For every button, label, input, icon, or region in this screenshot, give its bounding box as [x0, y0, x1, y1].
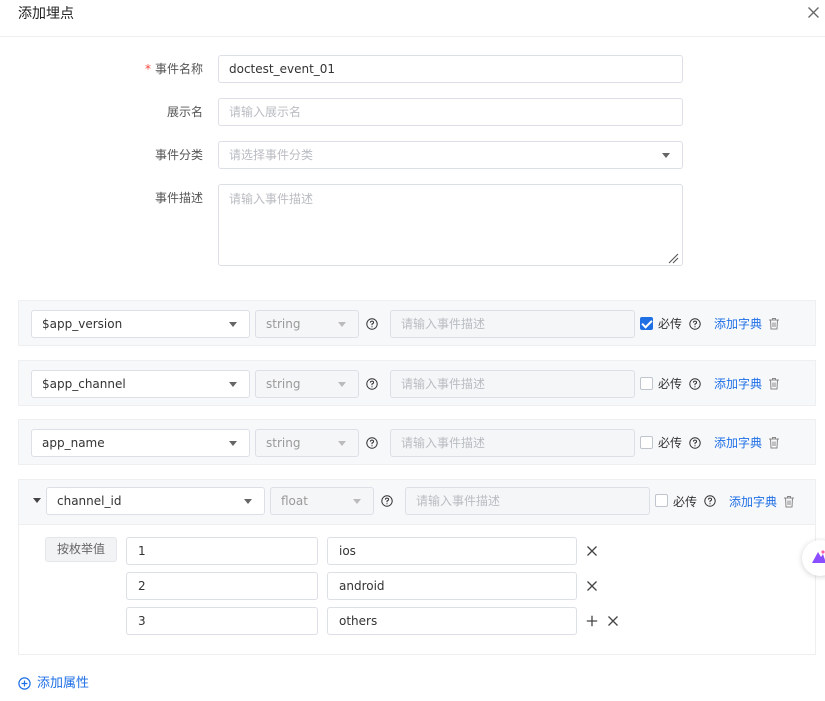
enum-value-input[interactable]: ios [327, 537, 577, 565]
help-icon[interactable] [366, 437, 378, 449]
trash-icon[interactable] [768, 317, 780, 330]
property-row-expanded: channel_id float 请输入事件描述 必传 添加字典 按枚举值 1 … [18, 479, 816, 655]
property-type-value: string [266, 377, 301, 391]
property-description-input[interactable]: 请输入事件描述 [390, 370, 635, 398]
trash-icon[interactable] [783, 495, 795, 508]
add-enum-plus-icon[interactable] [586, 615, 598, 627]
required-label: 必传 [658, 436, 683, 450]
description-label: 事件描述 [154, 191, 203, 205]
property-type-value: float [281, 494, 308, 508]
property-description-placeholder: 请输入事件描述 [416, 494, 501, 508]
trash-icon[interactable] [768, 377, 780, 390]
remove-enum-x-icon[interactable] [607, 615, 619, 627]
property-description-input[interactable]: 请输入事件描述 [390, 310, 635, 338]
add-dictionary-link[interactable]: 添加字典 [714, 317, 762, 331]
remove-enum-x-icon[interactable] [586, 545, 598, 557]
resize-handle-icon[interactable] [667, 252, 679, 264]
property-name-value: $app_channel [42, 377, 126, 391]
dialog-header: 添加埋点 [0, 0, 825, 37]
chevron-down-icon[interactable] [33, 498, 41, 503]
property-name-select[interactable]: app_name [31, 429, 250, 457]
property-row: app_name string 请输入事件描述 必传 添加字典 [18, 419, 816, 465]
property-type-select[interactable]: string [255, 429, 359, 457]
property-row: $app_channel string 请输入事件描述 必传 添加字典 [18, 360, 816, 406]
enum-key-input[interactable]: 3 [126, 607, 318, 635]
enum-value-input[interactable]: android [327, 572, 577, 600]
help-icon[interactable] [366, 378, 378, 390]
help-icon[interactable] [704, 495, 716, 507]
property-type-select[interactable]: string [255, 310, 359, 338]
assistant-logo-icon [812, 550, 825, 563]
required-checkbox[interactable] [640, 317, 653, 330]
required-label: 必传 [658, 317, 683, 331]
required-label: 必传 [673, 495, 698, 509]
chevron-down-icon [229, 382, 237, 387]
property-type-select[interactable]: float [270, 487, 374, 515]
property-name-select[interactable]: $app_channel [31, 370, 250, 398]
add-dictionary-link[interactable]: 添加字典 [714, 377, 762, 391]
property-type-select[interactable]: string [255, 370, 359, 398]
required-label: 必传 [658, 377, 683, 391]
event-name-input[interactable] [218, 55, 683, 83]
chevron-down-icon [229, 322, 237, 327]
add-circle-icon [18, 677, 31, 690]
property-description-input[interactable]: 请输入事件描述 [405, 487, 650, 515]
trash-icon[interactable] [768, 436, 780, 449]
property-name-select[interactable]: channel_id [46, 487, 265, 515]
property-description-input[interactable]: 请输入事件描述 [390, 429, 635, 457]
close-icon[interactable] [805, 4, 823, 22]
enum-key-input[interactable]: 2 [126, 572, 318, 600]
chevron-down-icon [338, 441, 346, 446]
event-name-label: * 事件名称 [144, 62, 203, 76]
remove-enum-x-icon[interactable] [586, 580, 598, 592]
chevron-down-icon [229, 441, 237, 446]
category-select[interactable]: 请选择事件分类 [218, 141, 683, 169]
enum-value-input[interactable]: others [327, 607, 577, 635]
enum-values-area: 按枚举值 1 ios 2 android 3 others [19, 524, 815, 654]
enum-key-input[interactable]: 1 [126, 537, 318, 565]
property-name-value: $app_version [42, 317, 123, 331]
close-button[interactable] [805, 4, 823, 22]
property-description-placeholder: 请输入事件描述 [401, 436, 486, 450]
display-name-label: 展示名 [166, 105, 203, 119]
add-dictionary-link[interactable]: 添加字典 [729, 495, 777, 509]
help-icon[interactable] [689, 437, 701, 449]
add-attribute-label: 添加属性 [37, 676, 90, 691]
required-checkbox[interactable] [640, 436, 653, 449]
property-name-select[interactable]: $app_version [31, 310, 250, 338]
required-mark: * [144, 62, 151, 76]
property-description-placeholder: 请输入事件描述 [401, 377, 486, 391]
help-icon[interactable] [689, 378, 701, 390]
required-checkbox[interactable] [655, 494, 668, 507]
display-name-input[interactable] [218, 98, 683, 126]
property-type-value: string [266, 317, 301, 331]
enum-type-tag[interactable]: 按枚举值 [45, 537, 117, 562]
add-dictionary-link[interactable]: 添加字典 [714, 436, 762, 450]
property-name-value: app_name [42, 436, 105, 450]
dialog-title: 添加埋点 [18, 6, 74, 22]
help-icon[interactable] [381, 495, 393, 507]
category-label: 事件分类 [154, 148, 203, 162]
category-select-placeholder: 请选择事件分类 [229, 148, 314, 162]
required-checkbox[interactable] [640, 377, 653, 390]
chevron-down-icon [662, 153, 670, 158]
chevron-down-icon [244, 499, 252, 504]
property-name-value: channel_id [57, 494, 122, 508]
chevron-down-icon [338, 382, 346, 387]
property-row: $app_version string 请输入事件描述 必传 添加字典 [18, 300, 816, 346]
chevron-down-icon [338, 322, 346, 327]
help-icon[interactable] [366, 318, 378, 330]
description-textarea[interactable] [218, 184, 683, 266]
property-type-value: string [266, 436, 301, 450]
property-description-placeholder: 请输入事件描述 [401, 317, 486, 331]
chevron-down-icon [353, 499, 361, 504]
help-icon[interactable] [689, 318, 701, 330]
